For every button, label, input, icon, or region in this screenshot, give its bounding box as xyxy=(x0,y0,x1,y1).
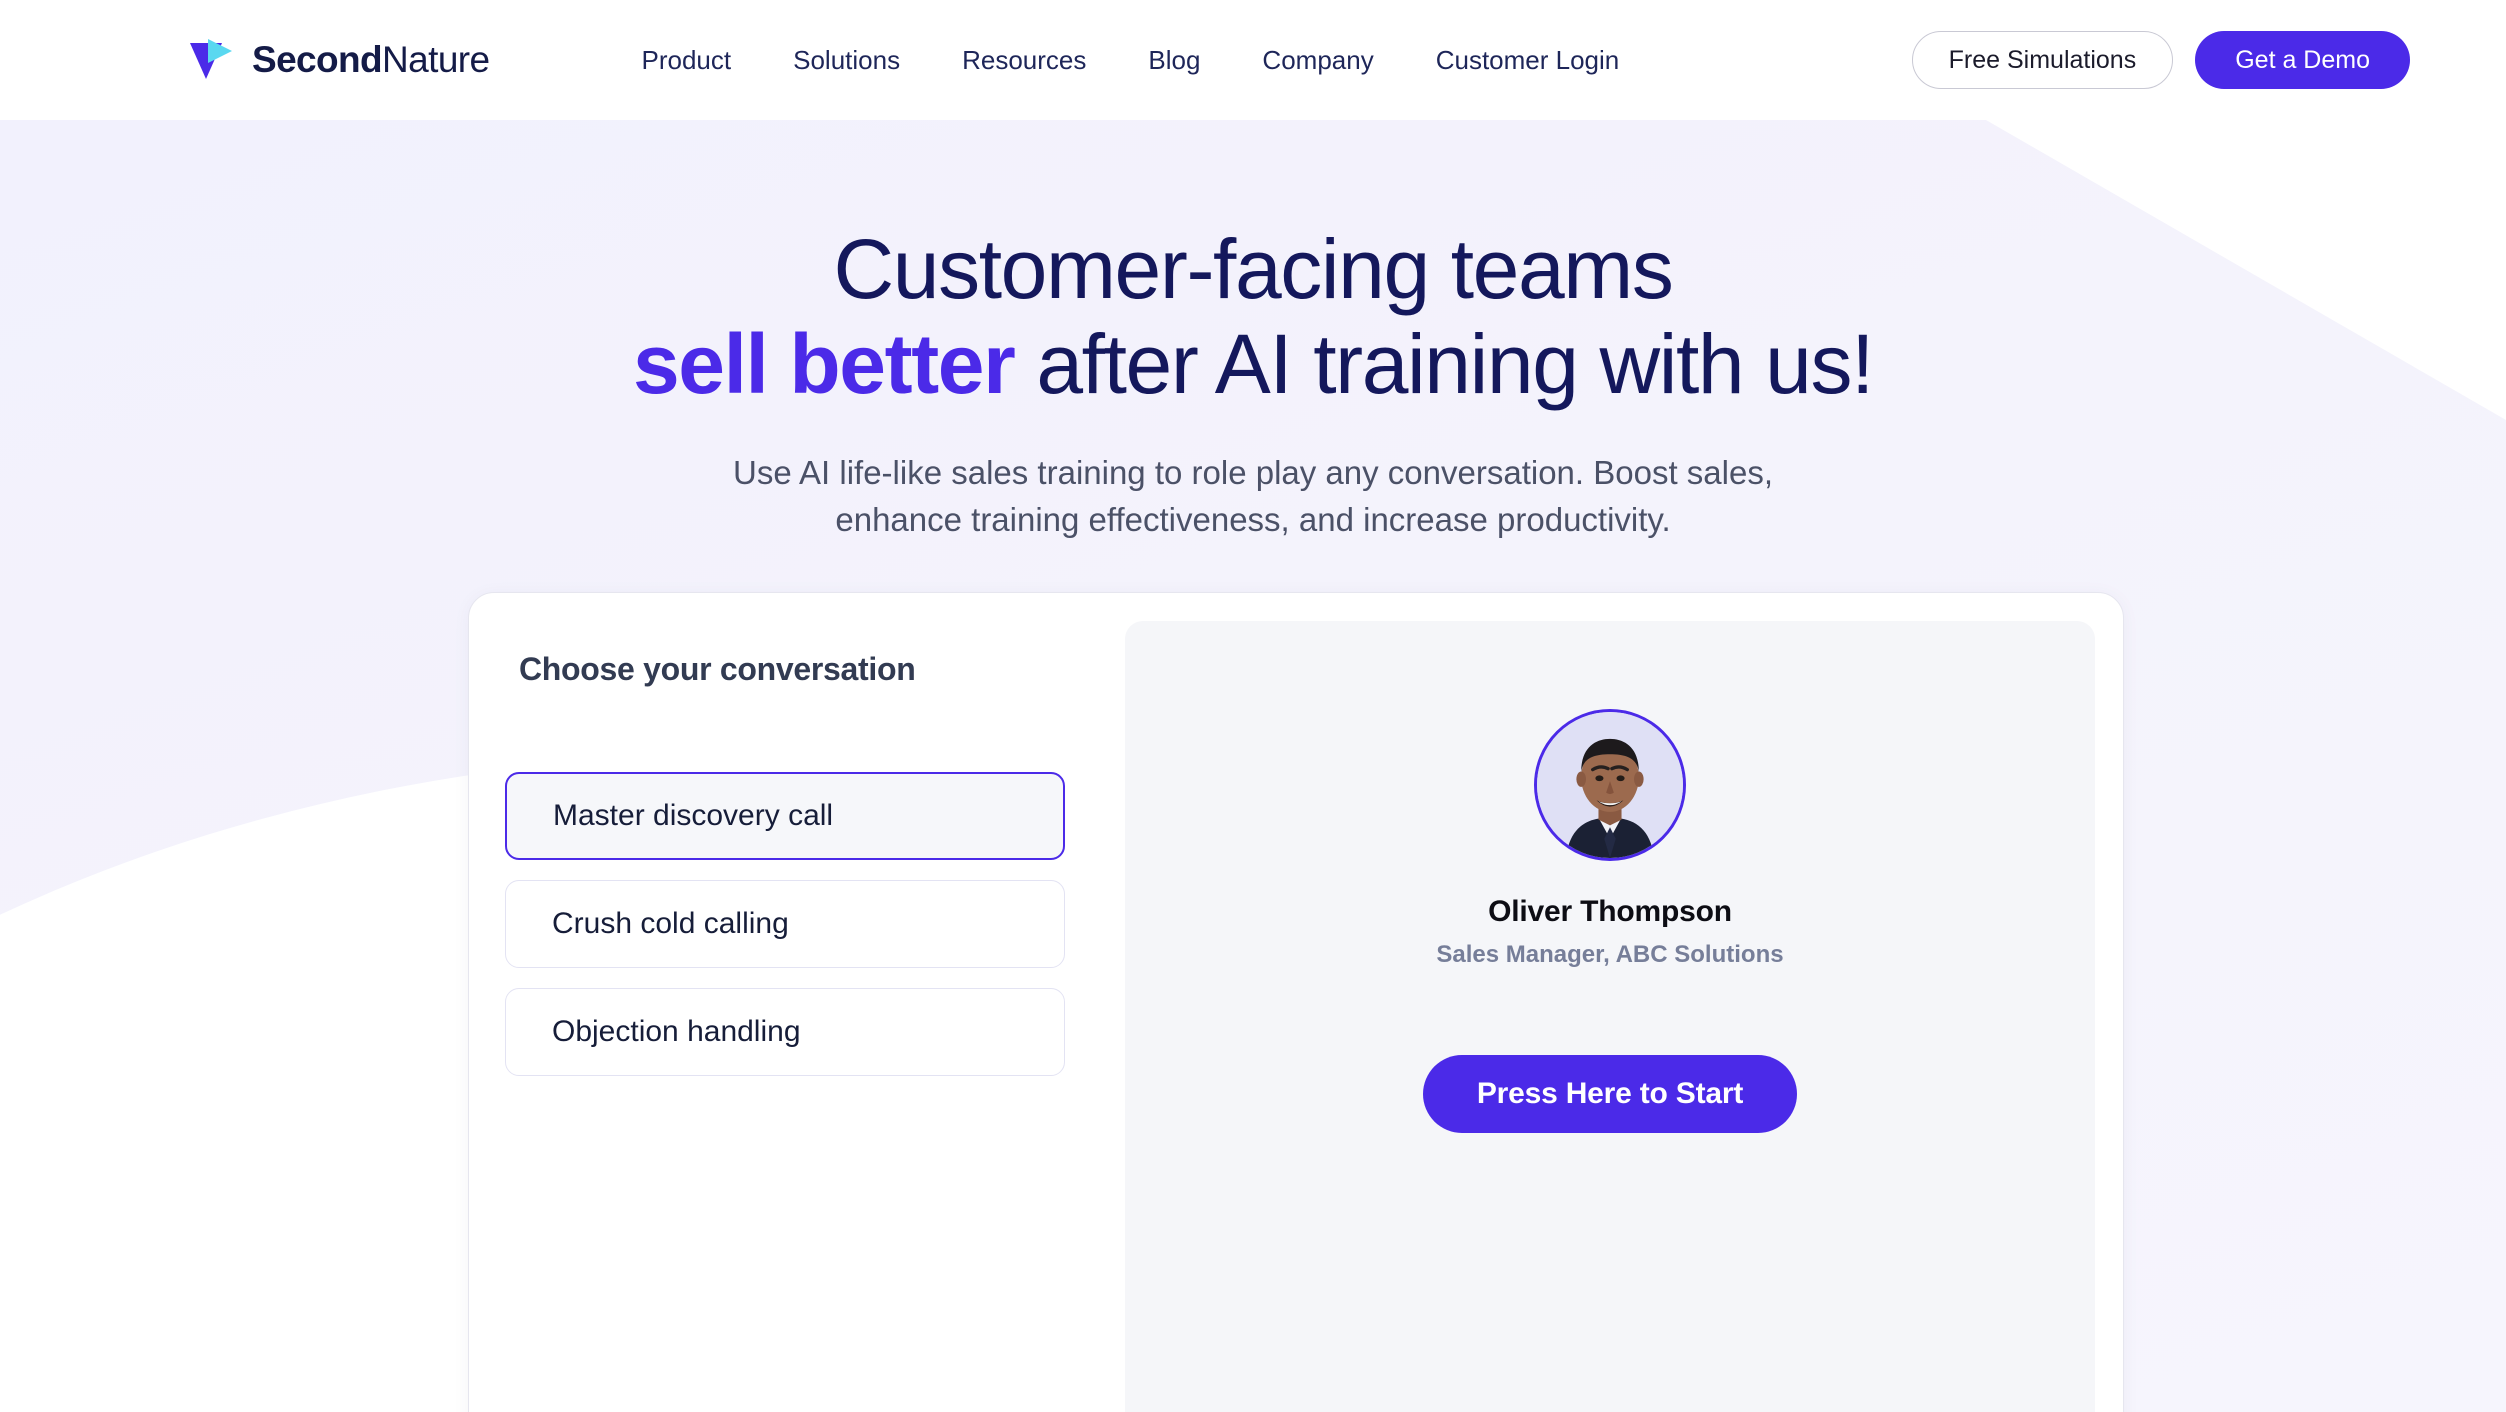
play-triangle-logo-icon xyxy=(186,35,236,85)
nav-action-buttons: Free Simulations Get a Demo xyxy=(1911,31,2410,89)
conversation-demo-card: Choose your conversation Master discover… xyxy=(468,592,2124,1412)
headline-line-1: Customer-facing teams xyxy=(833,222,1674,316)
conversation-option-master-discovery-call[interactable]: Master discovery call xyxy=(505,772,1065,860)
hero-section: Customer-facing teams sell better after … xyxy=(0,120,2506,544)
nav-item-customer-login[interactable]: Customer Login xyxy=(1436,45,1620,76)
subhead-line-1: Use AI life-like sales training to role … xyxy=(732,453,1773,491)
get-a-demo-button[interactable]: Get a Demo xyxy=(2195,31,2410,89)
brand-logo[interactable]: SecondNature xyxy=(186,35,490,85)
headline-accent: sell better xyxy=(632,316,1016,411)
headline-line-2-rest: after AI training with us! xyxy=(1014,316,1874,411)
brand-name-light: Nature xyxy=(382,39,490,80)
conversation-chooser-panel: Choose your conversation Master discover… xyxy=(469,593,1101,1412)
brand-name-bold: Second xyxy=(252,39,383,80)
persona-role: Sales Manager, ABC Solutions xyxy=(1436,941,1784,968)
conversation-option-list: Master discovery call Crush cold calling… xyxy=(505,772,1065,1076)
conversation-option-crush-cold-calling[interactable]: Crush cold calling xyxy=(505,880,1065,968)
press-here-to-start-button[interactable]: Press Here to Start xyxy=(1422,1055,1798,1133)
persona-photo-avatar xyxy=(1534,709,1686,861)
free-simulations-button[interactable]: Free Simulations xyxy=(1911,31,2174,89)
hero-subheadline: Use AI life-like sales training to role … xyxy=(0,450,2506,544)
subhead-line-2: enhance training effectiveness, and incr… xyxy=(835,500,1671,538)
page-title: Customer-facing teams sell better after … xyxy=(0,222,2506,412)
nav-item-resources[interactable]: Resources xyxy=(962,45,1086,76)
persona-name: Oliver Thompson xyxy=(1488,895,1732,928)
main-nav-links: Product Solutions Resources Blog Company… xyxy=(642,45,1620,76)
nav-item-blog[interactable]: Blog xyxy=(1148,45,1200,76)
brand-name: SecondNature xyxy=(252,39,490,81)
nav-item-solutions[interactable]: Solutions xyxy=(793,45,900,76)
conversation-chooser-title: Choose your conversation xyxy=(519,651,916,687)
nav-item-product[interactable]: Product xyxy=(642,45,732,76)
conversation-option-objection-handling[interactable]: Objection handling xyxy=(505,988,1065,1076)
nav-item-company[interactable]: Company xyxy=(1262,45,1373,76)
top-navigation-bar: SecondNature Product Solutions Resources… xyxy=(0,0,2506,120)
persona-preview-panel: Oliver Thompson Sales Manager, ABC Solut… xyxy=(1125,621,2095,1412)
